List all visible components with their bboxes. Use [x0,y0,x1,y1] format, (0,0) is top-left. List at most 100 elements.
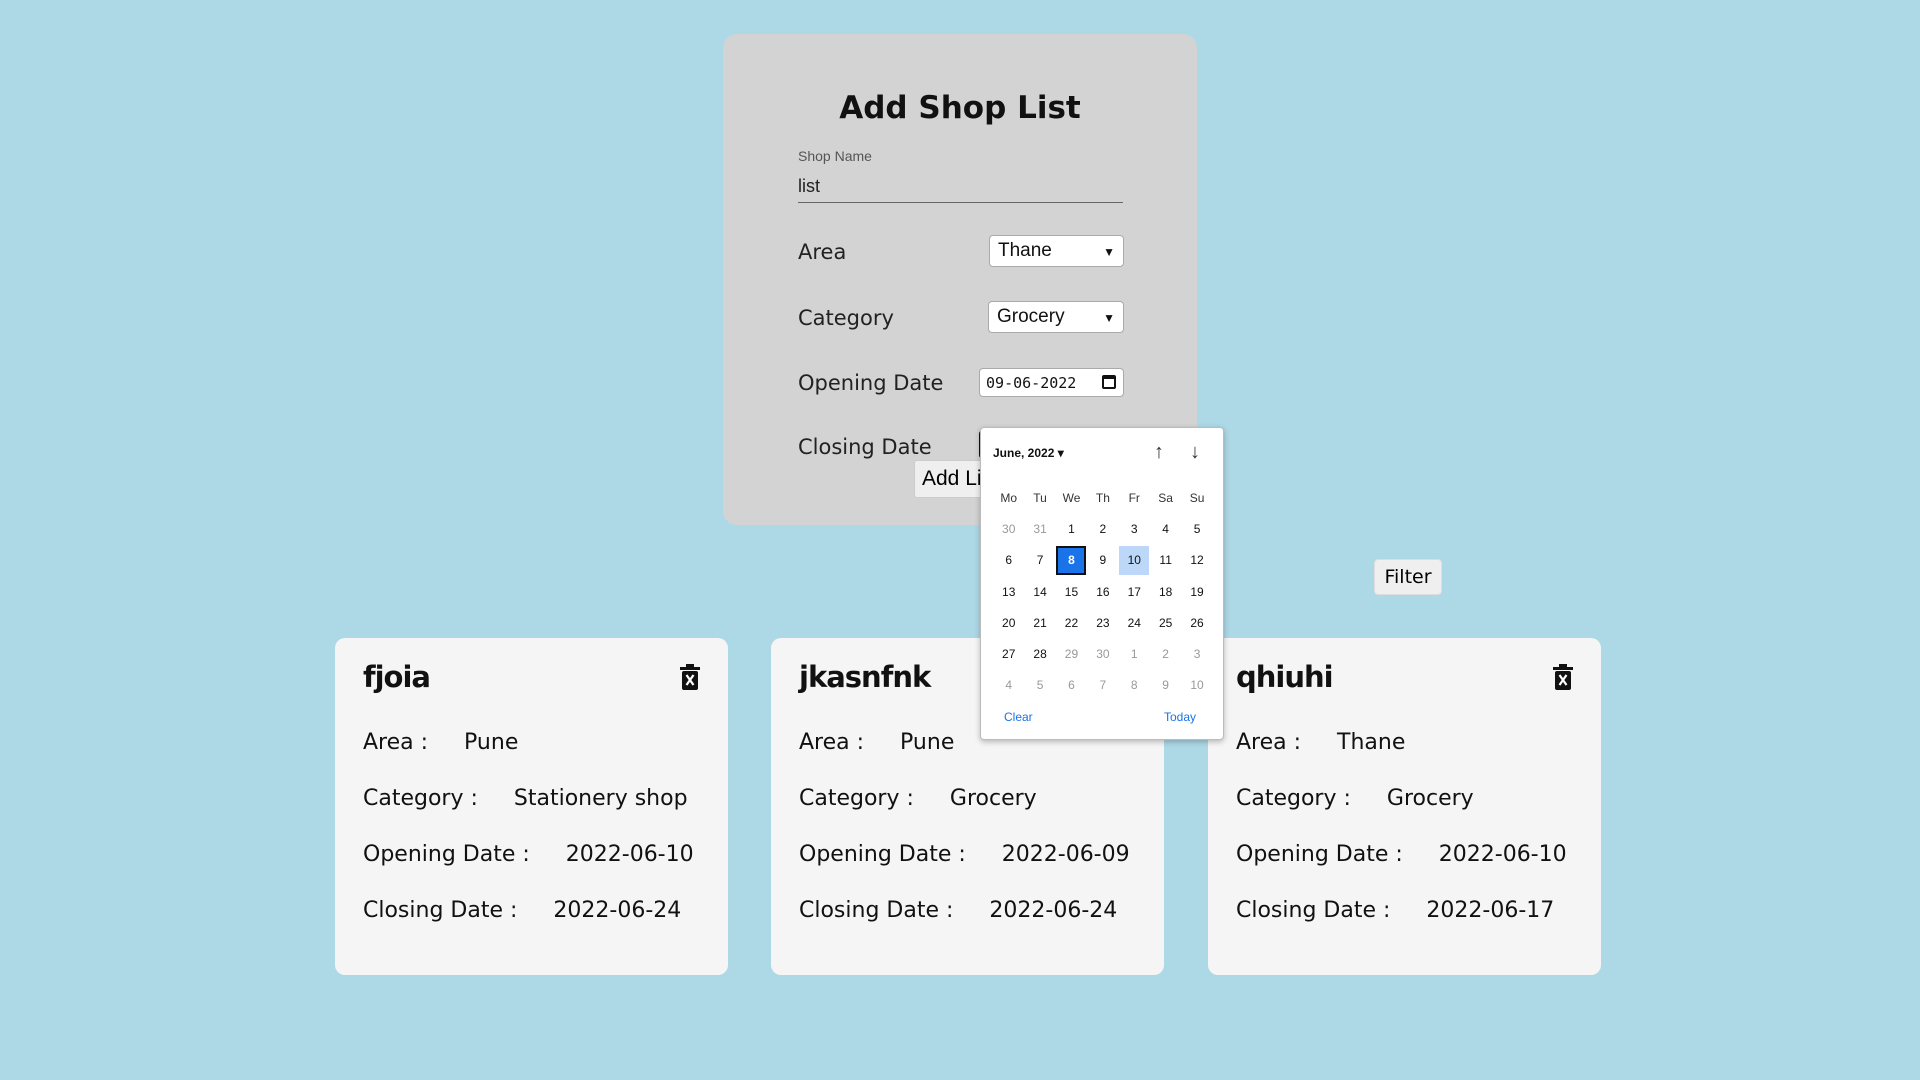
category-label: Category [798,306,894,330]
filter-button[interactable]: Filter [1374,559,1442,595]
calendar-day[interactable]: 16 [1087,576,1118,607]
calendar-day[interactable]: 23 [1087,607,1118,638]
shop-card: fjoia Area : Pune Category : Stationery sh… [335,638,728,975]
calendar-day[interactable]: 17 [1119,576,1150,607]
calendar-day[interactable]: 9 [1150,670,1181,701]
trash-icon[interactable] [680,664,700,690]
calendar-day[interactable]: 25 [1150,607,1181,638]
calendar-day[interactable]: 7 [1024,545,1055,576]
opening-month[interactable]: 06 [1013,374,1031,392]
card-area-row: Area : Thane [1236,730,1405,755]
calendar-day[interactable]: 1 [1056,513,1087,544]
shop-card: qhiuhi Area : Thane Category : Grocery Ope… [1208,638,1601,975]
calendar-day[interactable]: 15 [1056,576,1087,607]
calendar-day[interactable]: 21 [1024,607,1055,638]
card-area-row: Area : Pune [363,730,518,755]
calendar-day[interactable]: 19 [1181,576,1212,607]
form-title: Add Shop List [839,90,1081,126]
area-key: Area : [799,730,865,755]
chevron-down-icon: ▼ [1103,311,1115,325]
card-category-row: Category : Grocery [1236,786,1474,811]
calendar-day[interactable]: 8 [1056,545,1087,576]
calendar-grid: Mo Tu We Th Fr Sa Su 30 31 1 2 3 4 5 6 7 8 9 10 11 12 13 14 15 1… [993,482,1213,701]
weekday-header: Mo [1000,490,1018,505]
calendar-day[interactable]: 28 [1024,638,1055,669]
calendar-day[interactable]: 7 [1087,670,1118,701]
category-select[interactable]: Grocery ▼ [988,301,1124,333]
calendar-day[interactable]: 31 [1024,513,1055,544]
chevron-down-icon: ▼ [1103,245,1115,259]
calendar-day[interactable]: 1 [1119,638,1150,669]
calendar-day[interactable]: 14 [1024,576,1055,607]
calendar-day[interactable]: 5 [1024,670,1055,701]
category-key: Category : [363,786,478,811]
calendar-day[interactable]: 30 [993,513,1024,544]
area-label: Area [798,240,847,264]
calendar-day[interactable]: 4 [993,670,1024,701]
calendar-day[interactable]: 30 [1087,638,1118,669]
calendar-day[interactable]: 6 [1056,670,1087,701]
weekday-header: Th [1095,490,1110,505]
calendar-day[interactable]: 9 [1087,545,1118,576]
date-separator: - [1004,373,1014,392]
card-closing-row: Closing Date : 2022-06-17 [1236,898,1554,923]
opening-year[interactable]: 2022 [1040,374,1076,392]
opening-date-label: Opening Date [798,371,944,395]
opening-value: 2022-06-10 [565,842,694,867]
shop-name-input[interactable] [798,168,1123,203]
opening-date-input[interactable]: 09-06-2022 [979,368,1124,397]
calendar-day[interactable]: 2 [1087,513,1118,544]
month-year-selector[interactable]: June, 2022 ▾ [993,446,1064,460]
area-select-value: Thane [998,240,1052,261]
calendar-day[interactable]: 13 [993,576,1024,607]
trash-icon[interactable] [1553,664,1573,690]
arrow-down-icon[interactable]: ↓ [1183,440,1207,464]
calendar-day[interactable]: 11 [1150,545,1181,576]
opening-key: Opening Date : [363,842,530,867]
today-button[interactable]: Today [1164,710,1196,724]
calendar-day[interactable]: 18 [1150,576,1181,607]
calendar-day[interactable]: 3 [1181,638,1212,669]
card-closing-row: Closing Date : 2022-06-24 [363,898,681,923]
area-key: Area : [1236,730,1302,755]
opening-key: Opening Date : [1236,842,1403,867]
calendar-day[interactable]: 3 [1119,513,1150,544]
calendar-icon[interactable] [1102,375,1116,389]
closing-value: 2022-06-17 [1426,898,1555,923]
card-area-row: Area : Pune [799,730,954,755]
weekday-header: Fr [1128,490,1140,505]
calendar-day[interactable]: 10 [1181,670,1212,701]
calendar-day[interactable]: 5 [1181,513,1212,544]
calendar-day[interactable]: 6 [993,545,1024,576]
category-select-value: Grocery [997,306,1065,327]
arrow-up-icon[interactable]: ↑ [1147,440,1171,464]
area-value: Pune [464,730,519,755]
opening-value: 2022-06-09 [1001,842,1130,867]
opening-key: Opening Date : [799,842,966,867]
card-category-row: Category : Grocery [799,786,1037,811]
closing-key: Closing Date : [363,898,518,923]
calendar-day[interactable]: 20 [993,607,1024,638]
category-value: Grocery [1386,786,1474,811]
card-opening-row: Opening Date : 2022-06-09 [799,842,1130,867]
opening-day[interactable]: 09 [986,374,1004,392]
category-value: Grocery [949,786,1037,811]
calendar-day[interactable]: 22 [1056,607,1087,638]
calendar-day[interactable]: 2 [1150,638,1181,669]
calendar-day[interactable]: 12 [1181,545,1212,576]
calendar-day[interactable]: 24 [1119,607,1150,638]
calendar-day[interactable]: 26 [1181,607,1212,638]
card-title: jkasnfnk [799,660,931,694]
category-key: Category : [1236,786,1351,811]
clear-button[interactable]: Clear [1004,710,1033,724]
calendar-day[interactable]: 29 [1056,638,1087,669]
closing-value: 2022-06-24 [553,898,682,923]
calendar-day[interactable]: 4 [1150,513,1181,544]
weekday-header: We [1062,490,1081,505]
calendar-day[interactable]: 10 [1119,545,1150,576]
calendar-day[interactable]: 8 [1119,670,1150,701]
area-select[interactable]: Thane ▼ [989,235,1124,267]
area-value: Thane [1337,730,1406,755]
date-picker-popup: June, 2022 ▾ ↑ ↓ Mo Tu We Th Fr Sa Su 30 31 1 2 3 4 5… [980,427,1224,740]
calendar-day[interactable]: 27 [993,638,1024,669]
